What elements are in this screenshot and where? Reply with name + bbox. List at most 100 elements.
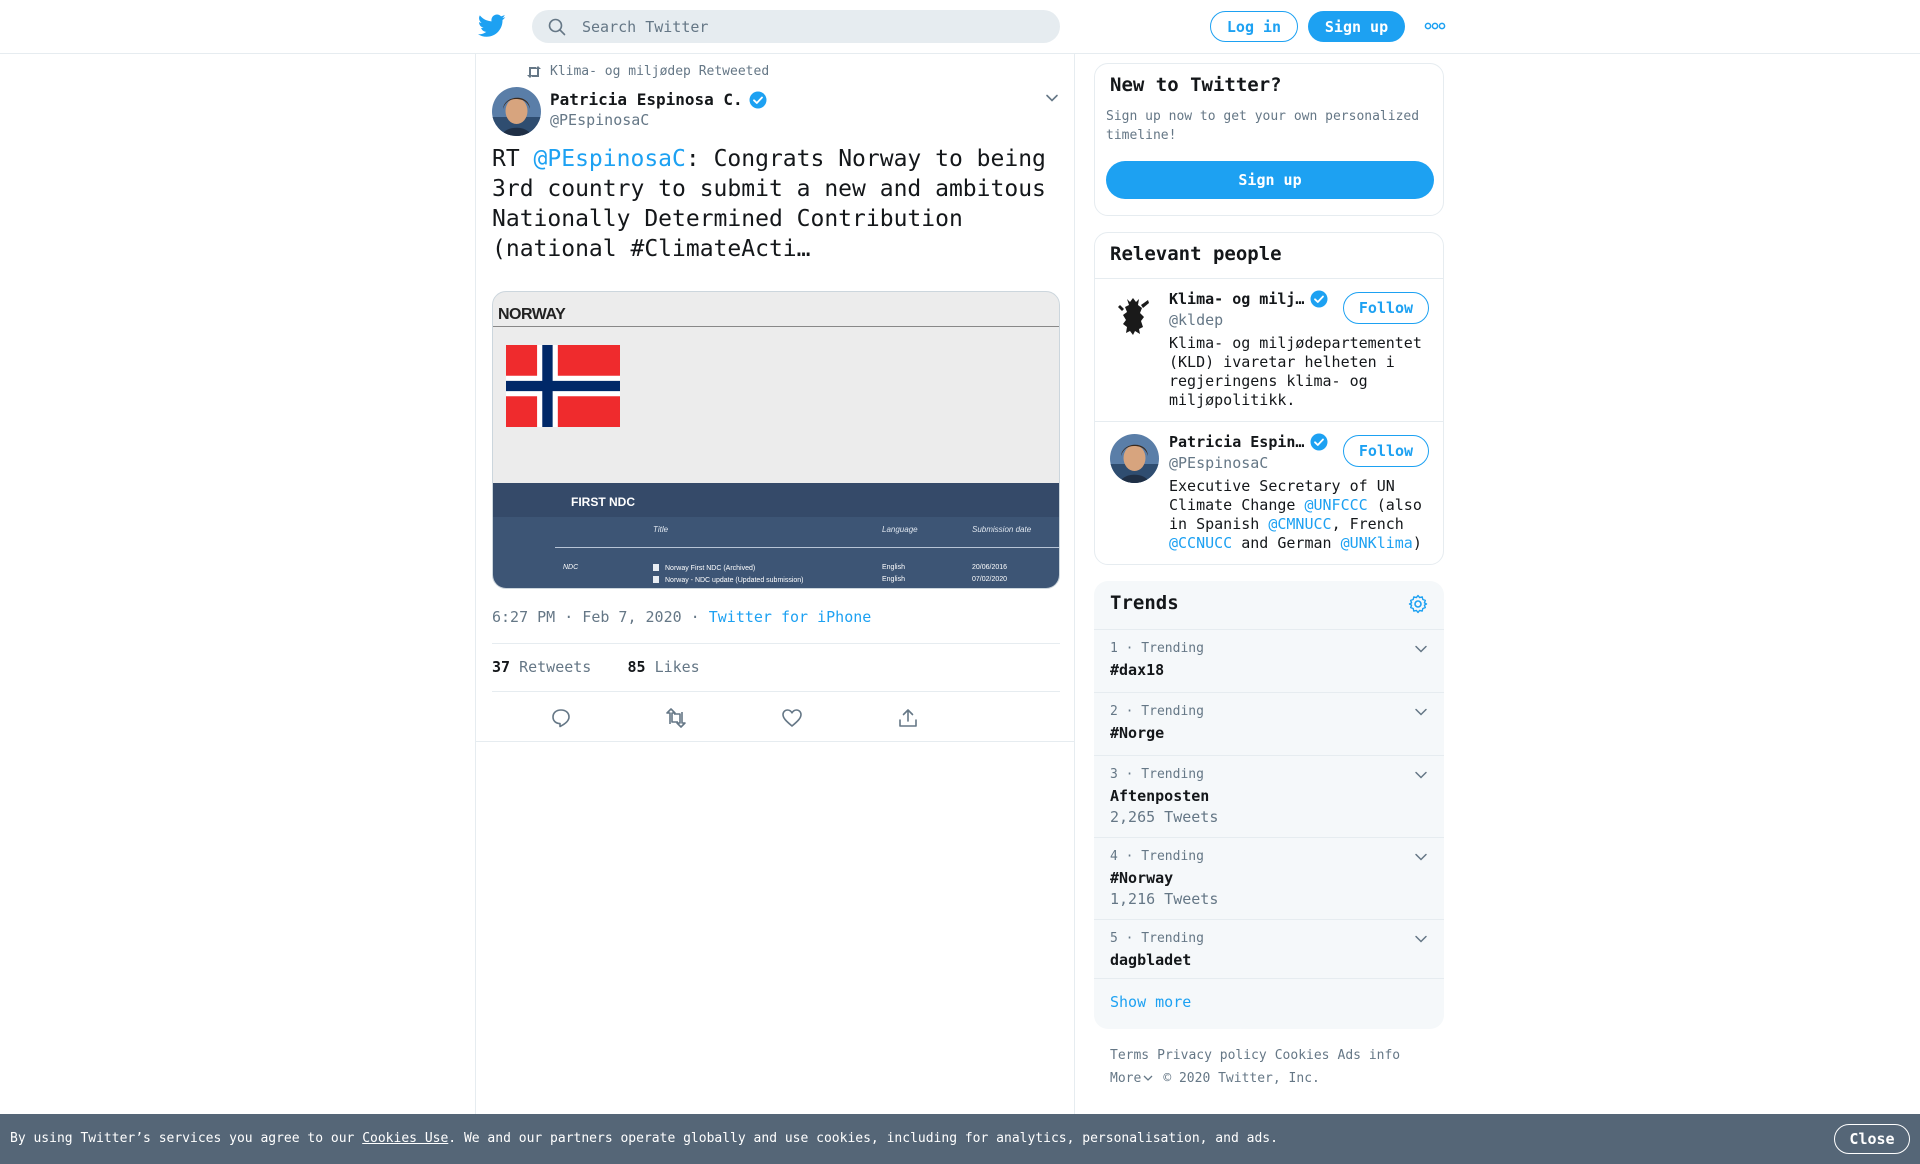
divider (1095, 421, 1443, 422)
show-more-link[interactable]: Show more (1110, 993, 1191, 1011)
reply-icon[interactable] (550, 707, 572, 729)
ndc-row-title-text: Norway - NDC update (Updated submission) (665, 577, 804, 584)
tweet-source-link[interactable]: Twitter for iPhone (709, 608, 872, 626)
trend-item[interactable]: 4 · Trending #Norway 1,216 Tweets (1094, 837, 1444, 919)
person-name[interactable]: Patricia Espin… (1169, 433, 1328, 451)
retweet-context[interactable]: Klima- og miljødep Retweeted (526, 64, 769, 79)
ndc-col-date: Submission date (972, 525, 1032, 534)
media-divider (493, 326, 1059, 327)
gear-icon[interactable] (1408, 594, 1428, 614)
ndc-row-date: 07/02/2020 (972, 576, 1008, 583)
tweet-mention-link[interactable]: @PEspinosaC (534, 146, 686, 172)
chevron-down-icon[interactable] (1414, 768, 1428, 782)
chevron-down-icon[interactable] (1414, 932, 1428, 946)
footer-copyright: © 2020 Twitter, Inc. (1163, 1071, 1320, 1086)
trends-card: Trends 1 · Trending #dax18 2 · Trending … (1094, 581, 1444, 1029)
sidebar-footer: Terms Privacy policy Cookies Ads info More ©… (1110, 1044, 1450, 1090)
trend-meta: 1 · Trending (1110, 641, 1204, 656)
sidebar-signup-button[interactable]: Sign up (1106, 161, 1434, 199)
trend-name: Aftenposten (1110, 787, 1210, 805)
tweet-text: RT @PEspinosaC: Congrats Norway to being… (492, 144, 1062, 264)
author-name-text: Patricia Espinosa C. (550, 90, 743, 109)
person-bio: Klima- og miljødepartementet (KLD) ivare… (1169, 334, 1422, 409)
footer-second-row: More © 2020 Twitter, Inc. (1110, 1067, 1450, 1090)
footer-link-terms[interactable]: Terms (1110, 1048, 1149, 1063)
bio-mention-link[interactable]: @CCNUCC (1169, 534, 1232, 552)
retweet-small-icon (527, 65, 541, 78)
bio-mention-link[interactable]: @CMNUCC (1268, 515, 1331, 533)
retweets-stat[interactable]: 37 Retweets (492, 658, 591, 676)
tweet-timestamp[interactable]: 6:27 PM · Feb 7, 2020 (492, 608, 682, 626)
kldep-avatar[interactable] (1110, 291, 1159, 340)
cookie-consent-bar: By using Twitter’s services you agree to… (0, 1114, 1920, 1164)
media-country-title: NORWAY (498, 306, 566, 323)
search-box[interactable] (532, 10, 1060, 43)
chevron-down-icon[interactable] (1414, 705, 1428, 719)
chevron-down-icon[interactable] (1414, 642, 1428, 656)
meta-separator: · (681, 608, 709, 626)
tweet-text-prefix: RT (492, 146, 534, 172)
author-avatar[interactable] (492, 87, 541, 136)
search-input[interactable] (582, 10, 1042, 43)
new-to-twitter-text: Sign up now to get your own personalized… (1106, 109, 1420, 143)
more-dots-icon[interactable] (1424, 20, 1446, 32)
footer-link-cookies[interactable]: Cookies (1275, 1048, 1330, 1063)
trend-item[interactable]: 1 · Trending #dax18 (1094, 629, 1444, 692)
divider (1094, 978, 1444, 979)
bio-text: ) (1412, 534, 1422, 552)
tweet-media-image[interactable]: NORWAY FIRST NDC Title Language Submissi… (492, 291, 1060, 589)
trend-name: #Norway (1110, 869, 1174, 887)
tweet-actions (492, 707, 1060, 733)
like-heart-icon[interactable] (781, 707, 803, 729)
trend-meta: 4 · Trending (1110, 849, 1204, 864)
retweet-icon[interactable] (665, 707, 687, 729)
trend-name: #dax18 (1110, 661, 1165, 679)
ndc-section-title: FIRST NDC (571, 495, 635, 509)
footer-link-privacy[interactable]: Privacy policy (1157, 1048, 1267, 1063)
trend-name: dagbladet (1110, 951, 1192, 969)
tweet-stats: 37 Retweets 85 Likes (492, 658, 700, 676)
trend-item[interactable]: 3 · Trending Aftenposten 2,265 Tweets (1094, 755, 1444, 837)
likes-count: 85 (627, 658, 646, 676)
trend-meta: 5 · Trending (1110, 931, 1204, 946)
follow-button[interactable]: Follow (1343, 292, 1429, 324)
cookie-text: By using Twitter’s services you agree to… (10, 1131, 1278, 1146)
cookies-use-link[interactable]: Cookies Use (362, 1131, 448, 1146)
ndc-table-header: FIRST NDC (493, 483, 1059, 517)
close-cookie-button[interactable]: Close (1834, 1124, 1910, 1154)
bio-mention-link[interactable]: @UNKlima (1341, 534, 1413, 552)
login-button[interactable]: Log in (1210, 11, 1298, 42)
divider (476, 741, 1074, 742)
footer-more-text: More (1110, 1071, 1142, 1086)
likes-stat[interactable]: 85 Likes (627, 658, 699, 676)
bio-mention-link[interactable]: @UNFCCC (1304, 496, 1367, 514)
person-name[interactable]: Klima- og milj… (1169, 290, 1328, 308)
retweets-count: 37 (492, 658, 511, 676)
pespinosac-avatar[interactable] (1110, 434, 1159, 483)
relevant-people-card: Relevant people Klima- og milj… @kldep F… (1094, 232, 1444, 565)
footer-more-link[interactable]: More (1110, 1071, 1163, 1086)
ndc-row-label: NDC (563, 564, 579, 571)
likes-label: Likes (654, 658, 700, 676)
ndc-row-title: Norway - NDC update (Updated submission) (653, 576, 804, 584)
verified-badge-icon (1310, 433, 1328, 451)
signup-button[interactable]: Sign up (1308, 11, 1405, 42)
chevron-down-icon[interactable] (1044, 90, 1060, 106)
search-icon (548, 18, 566, 36)
chevron-down-icon[interactable] (1414, 850, 1428, 864)
ndc-row-title-text: Norway First NDC (Archived) (665, 565, 756, 572)
top-navigation-bar: Log in Sign up (0, 0, 1920, 54)
ndc-row-date: 20/06/2016 (972, 564, 1008, 571)
trend-meta: 3 · Trending (1110, 767, 1204, 782)
person-handle[interactable]: @PEspinosaC (1169, 454, 1268, 472)
trend-item[interactable]: 2 · Trending #Norge (1094, 692, 1444, 755)
share-icon[interactable] (897, 707, 919, 729)
divider (492, 691, 1060, 692)
author-handle[interactable]: @PEspinosaC (550, 111, 649, 129)
footer-link-ads[interactable]: Ads info (1338, 1048, 1401, 1063)
follow-button[interactable]: Follow (1343, 435, 1429, 467)
author-name[interactable]: Patricia Espinosa C. (550, 90, 767, 109)
twitter-logo-icon[interactable] (478, 14, 506, 38)
trend-item[interactable]: 5 · Trending dagbladet (1094, 919, 1444, 982)
person-handle[interactable]: @kldep (1169, 311, 1223, 329)
